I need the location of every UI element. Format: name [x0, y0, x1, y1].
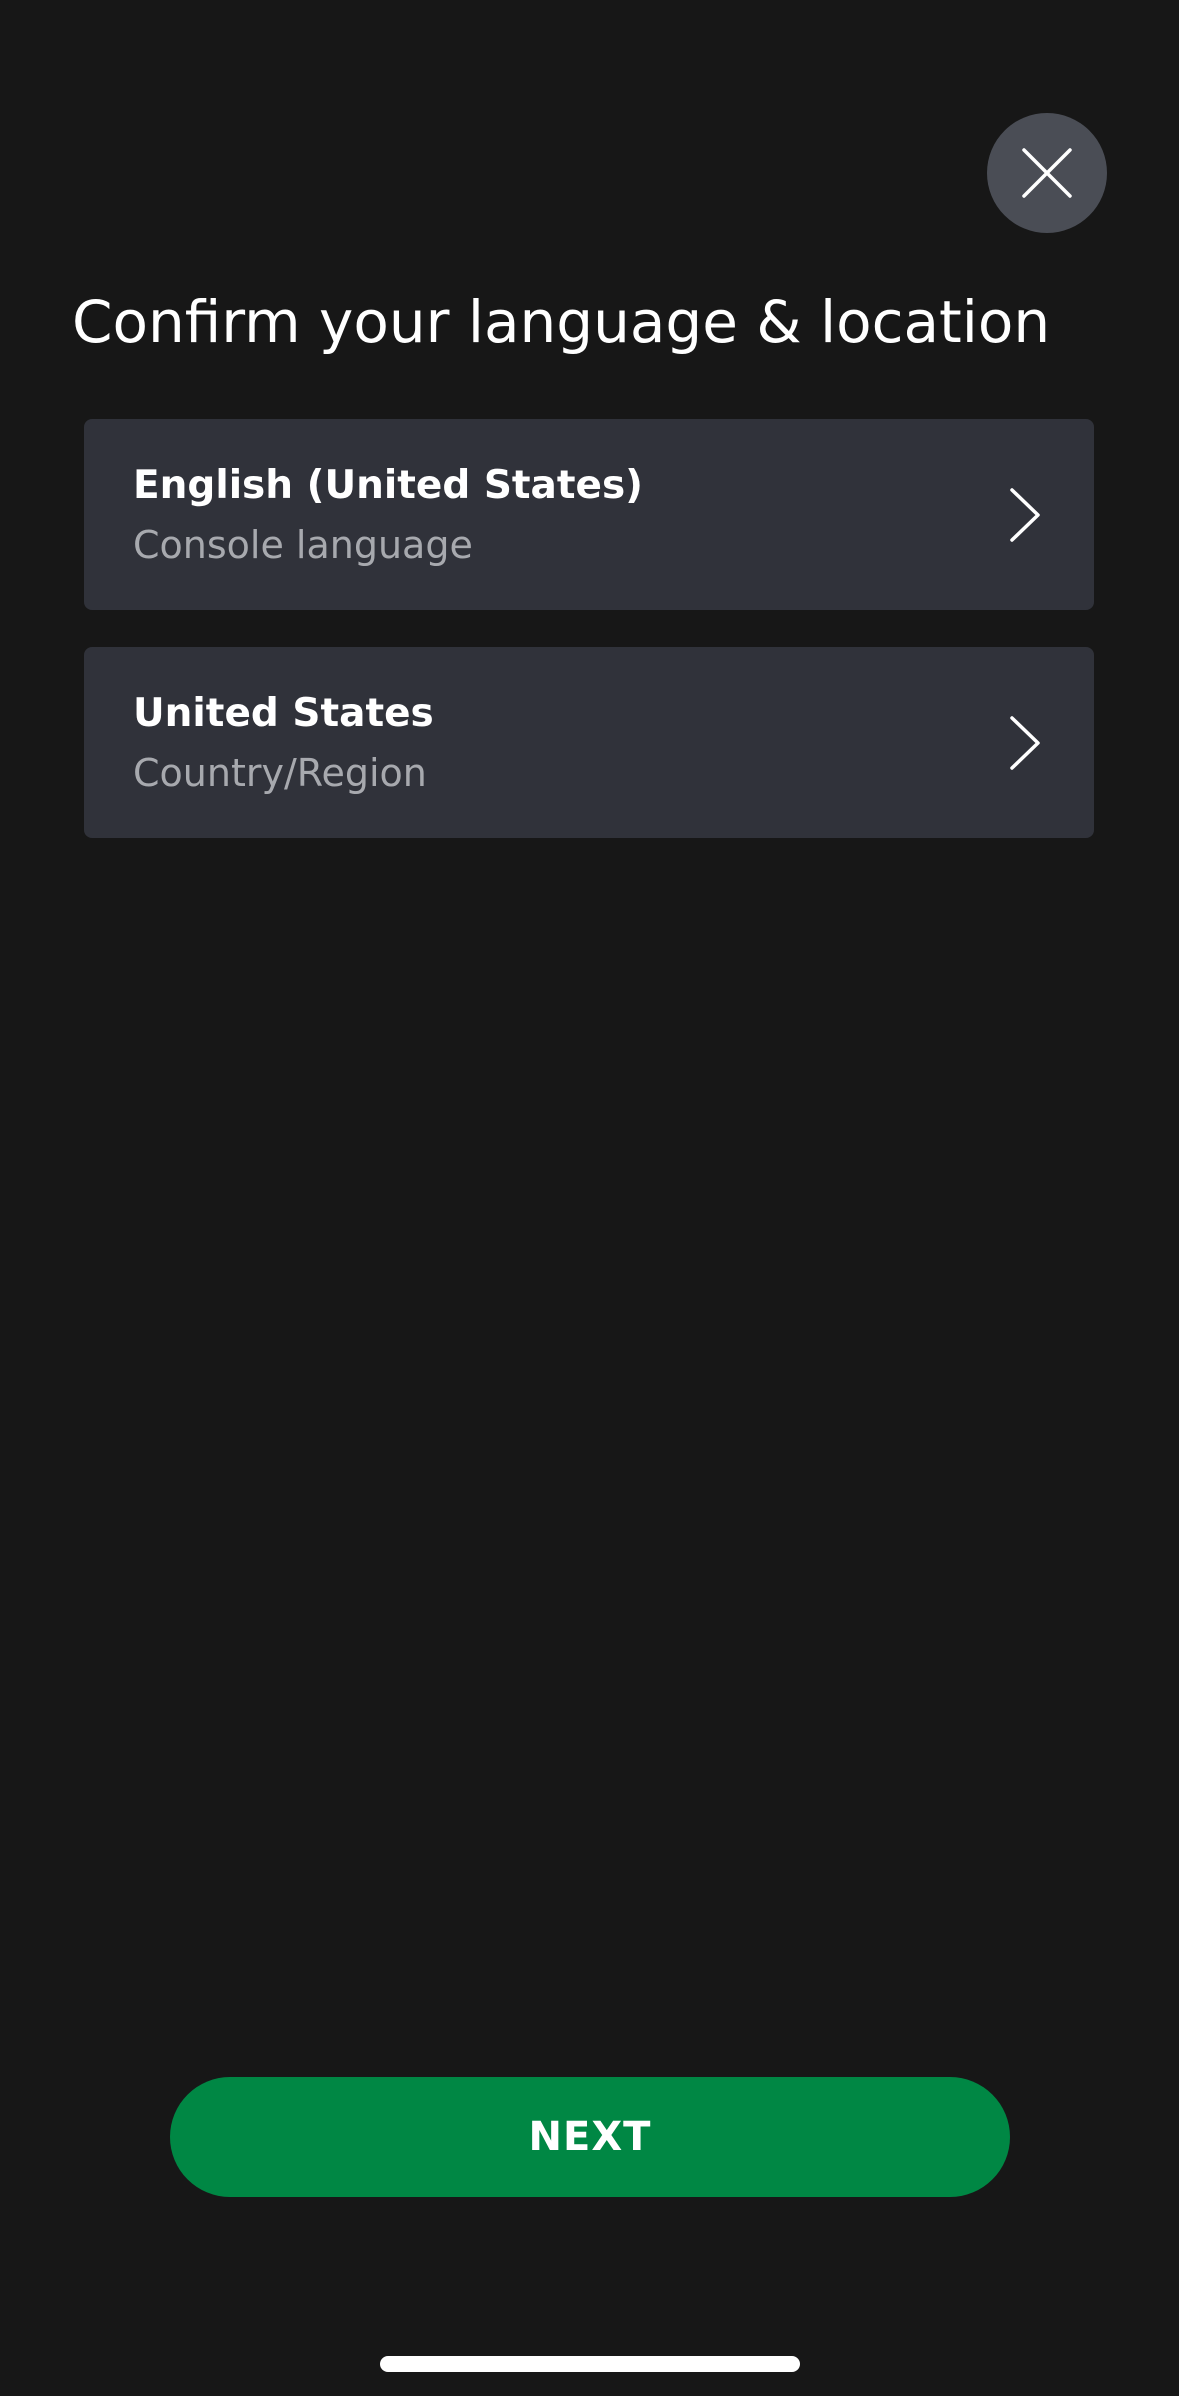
next-button[interactable]: NEXT [170, 2077, 1010, 2197]
home-indicator[interactable] [380, 2356, 800, 2372]
country-region-option[interactable]: United States Country/Region [84, 647, 1094, 838]
close-button[interactable] [987, 113, 1107, 233]
chevron-right-icon [1010, 716, 1040, 770]
close-icon [1022, 148, 1072, 198]
country-region-label: Country/Region [133, 751, 427, 795]
language-location-screen: Confirm your language & location English… [0, 0, 1179, 2396]
chevron-right-icon [1010, 488, 1040, 542]
page-title: Confirm your language & location [72, 288, 1051, 356]
console-language-value: English (United States) [133, 463, 644, 508]
country-region-value: United States [133, 691, 434, 736]
console-language-label: Console language [133, 523, 473, 567]
console-language-option[interactable]: English (United States) Console language [84, 419, 1094, 610]
